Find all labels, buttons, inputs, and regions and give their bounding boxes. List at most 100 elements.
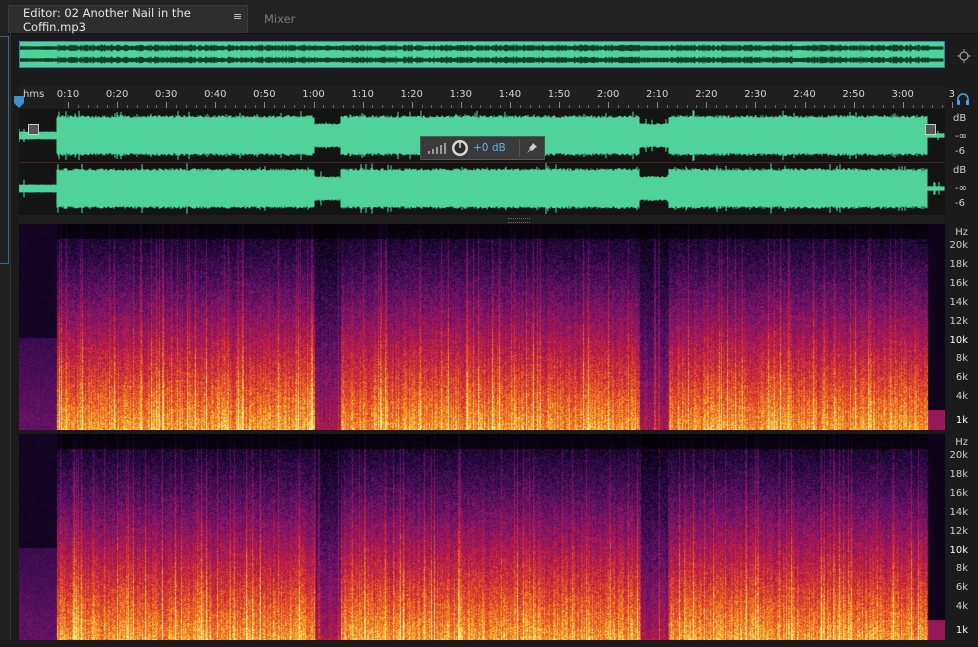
ruler-minor-tick (892, 105, 894, 108)
splitter-grip[interactable] (508, 218, 530, 223)
ruler-tick-label: 2:30 (744, 89, 767, 100)
overview-navigator[interactable] (19, 41, 945, 68)
ruler-tick (608, 102, 610, 108)
ruler-minor-tick (588, 105, 590, 108)
frequency-label: 6k (955, 582, 968, 594)
ruler-minor-tick (735, 105, 737, 108)
ruler-minor-tick (146, 105, 148, 108)
ruler-tick (657, 102, 659, 108)
ruler-tick-label: 2:10 (645, 89, 669, 100)
ruler-minor-tick (578, 105, 580, 108)
db-label: -6 (955, 146, 965, 157)
ruler-minor-tick (342, 105, 344, 108)
bottom-edge (0, 640, 978, 647)
spectrogram-channel-1 (19, 224, 945, 430)
hud-volume-value[interactable]: +0 dB (473, 142, 506, 154)
frequency-label: 20k (949, 450, 968, 461)
ruler-tick (215, 102, 217, 108)
ruler-tick-label: 0:50 (253, 89, 276, 100)
ruler-minor-tick (156, 105, 158, 108)
ruler-minor-tick (696, 105, 698, 108)
ruler-minor-tick (873, 105, 875, 108)
ruler-minor-tick (490, 105, 492, 108)
headphones-icon[interactable] (956, 92, 970, 106)
frequency-label: 16k (949, 277, 968, 289)
ruler-minor-tick (205, 105, 207, 108)
time-ruler[interactable]: 0:10 0:20 0:30 0:40 0:50 1:00 1:10 1:20 1:30 1:40… (19, 86, 955, 108)
frequency-label: 10k (949, 334, 968, 346)
panel-menu-icon[interactable]: ≡ (233, 11, 243, 22)
ruler-tick (117, 102, 119, 108)
ruler-minor-tick (912, 105, 914, 108)
tab-mixer[interactable]: Mixer (252, 5, 322, 33)
hud-separator (519, 139, 520, 157)
ruler-tick (362, 102, 364, 108)
volume-knob-icon[interactable] (451, 139, 469, 157)
ruler-minor-tick (922, 105, 924, 108)
ruler-minor-tick (225, 105, 227, 108)
ruler-tick-label: 1:50 (547, 89, 571, 100)
tab-editor[interactable]: Editor: 02 Another Nail in the Coffin.mp… (8, 5, 248, 34)
ruler-minor-tick (185, 105, 187, 108)
frequency-label: 18k (949, 468, 968, 480)
tab-mixer-label: Mixer (264, 12, 296, 26)
ruler-minor-tick (244, 105, 246, 108)
ruler-minor-tick (500, 105, 502, 108)
ruler-minor-tick (421, 105, 423, 108)
ruler-minor-tick (529, 105, 531, 108)
ruler-minor-tick (254, 105, 256, 108)
ruler-minor-tick (686, 105, 688, 108)
frequency-label: 12k (949, 315, 968, 327)
left-panel-highlight (0, 36, 9, 264)
ruler-minor-tick (77, 105, 79, 108)
zoom-navigator-icon[interactable] (956, 48, 972, 64)
pin-icon[interactable] (526, 142, 538, 154)
ruler-minor-tick (667, 105, 669, 108)
ruler-minor-tick (568, 105, 570, 108)
ruler-minor-tick (627, 105, 629, 108)
ruler-tick-label: 0:20 (105, 89, 129, 100)
ruler-tick (460, 102, 462, 108)
fade-out-handle[interactable] (925, 124, 936, 135)
ruler-minor-tick (725, 105, 727, 108)
ruler-tick-label: 0:40 (204, 89, 227, 100)
vertical-scale: dB -∞ -6 dB -∞ -6 Hz 20k 18k 16k 14k 12k 10k 8k… (945, 109, 978, 640)
ruler-tick (706, 102, 708, 108)
ruler-minor-tick (843, 105, 845, 108)
ruler-tick-label: 0:30 (154, 89, 178, 100)
fade-in-handle[interactable] (28, 124, 39, 135)
ruler-tick-label: 2:50 (842, 89, 865, 100)
ruler-minor-tick (539, 105, 541, 108)
ruler-tick (755, 102, 757, 108)
ruler-tick-label: 2:40 (793, 89, 816, 100)
view-splitter[interactable] (19, 215, 945, 224)
frequency-label: 14k (949, 296, 968, 308)
frequency-label: 4k (955, 601, 968, 613)
ruler-minor-tick (617, 105, 619, 108)
ruler-minor-tick (784, 105, 786, 108)
ruler-tick (559, 102, 560, 108)
ruler-minor-tick (333, 105, 335, 108)
ruler-minor-tick (352, 105, 354, 108)
clip-volume-hud[interactable]: +0 dB (420, 136, 545, 160)
ruler-minor-tick (598, 105, 600, 108)
frequency-label: 8k (955, 563, 968, 575)
ruler-tick (509, 102, 511, 108)
ruler-minor-tick (647, 105, 649, 108)
db-label: -6 (955, 198, 965, 209)
ruler-minor-tick (441, 105, 443, 108)
ruler-tick (166, 102, 168, 108)
ruler-minor-tick (932, 105, 934, 108)
ruler-minor-tick (401, 105, 403, 108)
ruler-minor-tick (814, 105, 816, 108)
ruler-minor-tick (833, 105, 835, 108)
ruler-minor-tick (107, 105, 109, 108)
ruler-minor-tick (372, 105, 374, 108)
ruler-minor-tick (126, 105, 128, 108)
playhead-marker-icon[interactable] (14, 96, 24, 108)
ruler-minor-tick (274, 105, 276, 108)
ruler-minor-tick (392, 105, 394, 108)
ruler-minor-tick (637, 105, 639, 108)
ruler-unit-label: hms (23, 89, 45, 100)
ruler-minor-tick (824, 105, 826, 108)
